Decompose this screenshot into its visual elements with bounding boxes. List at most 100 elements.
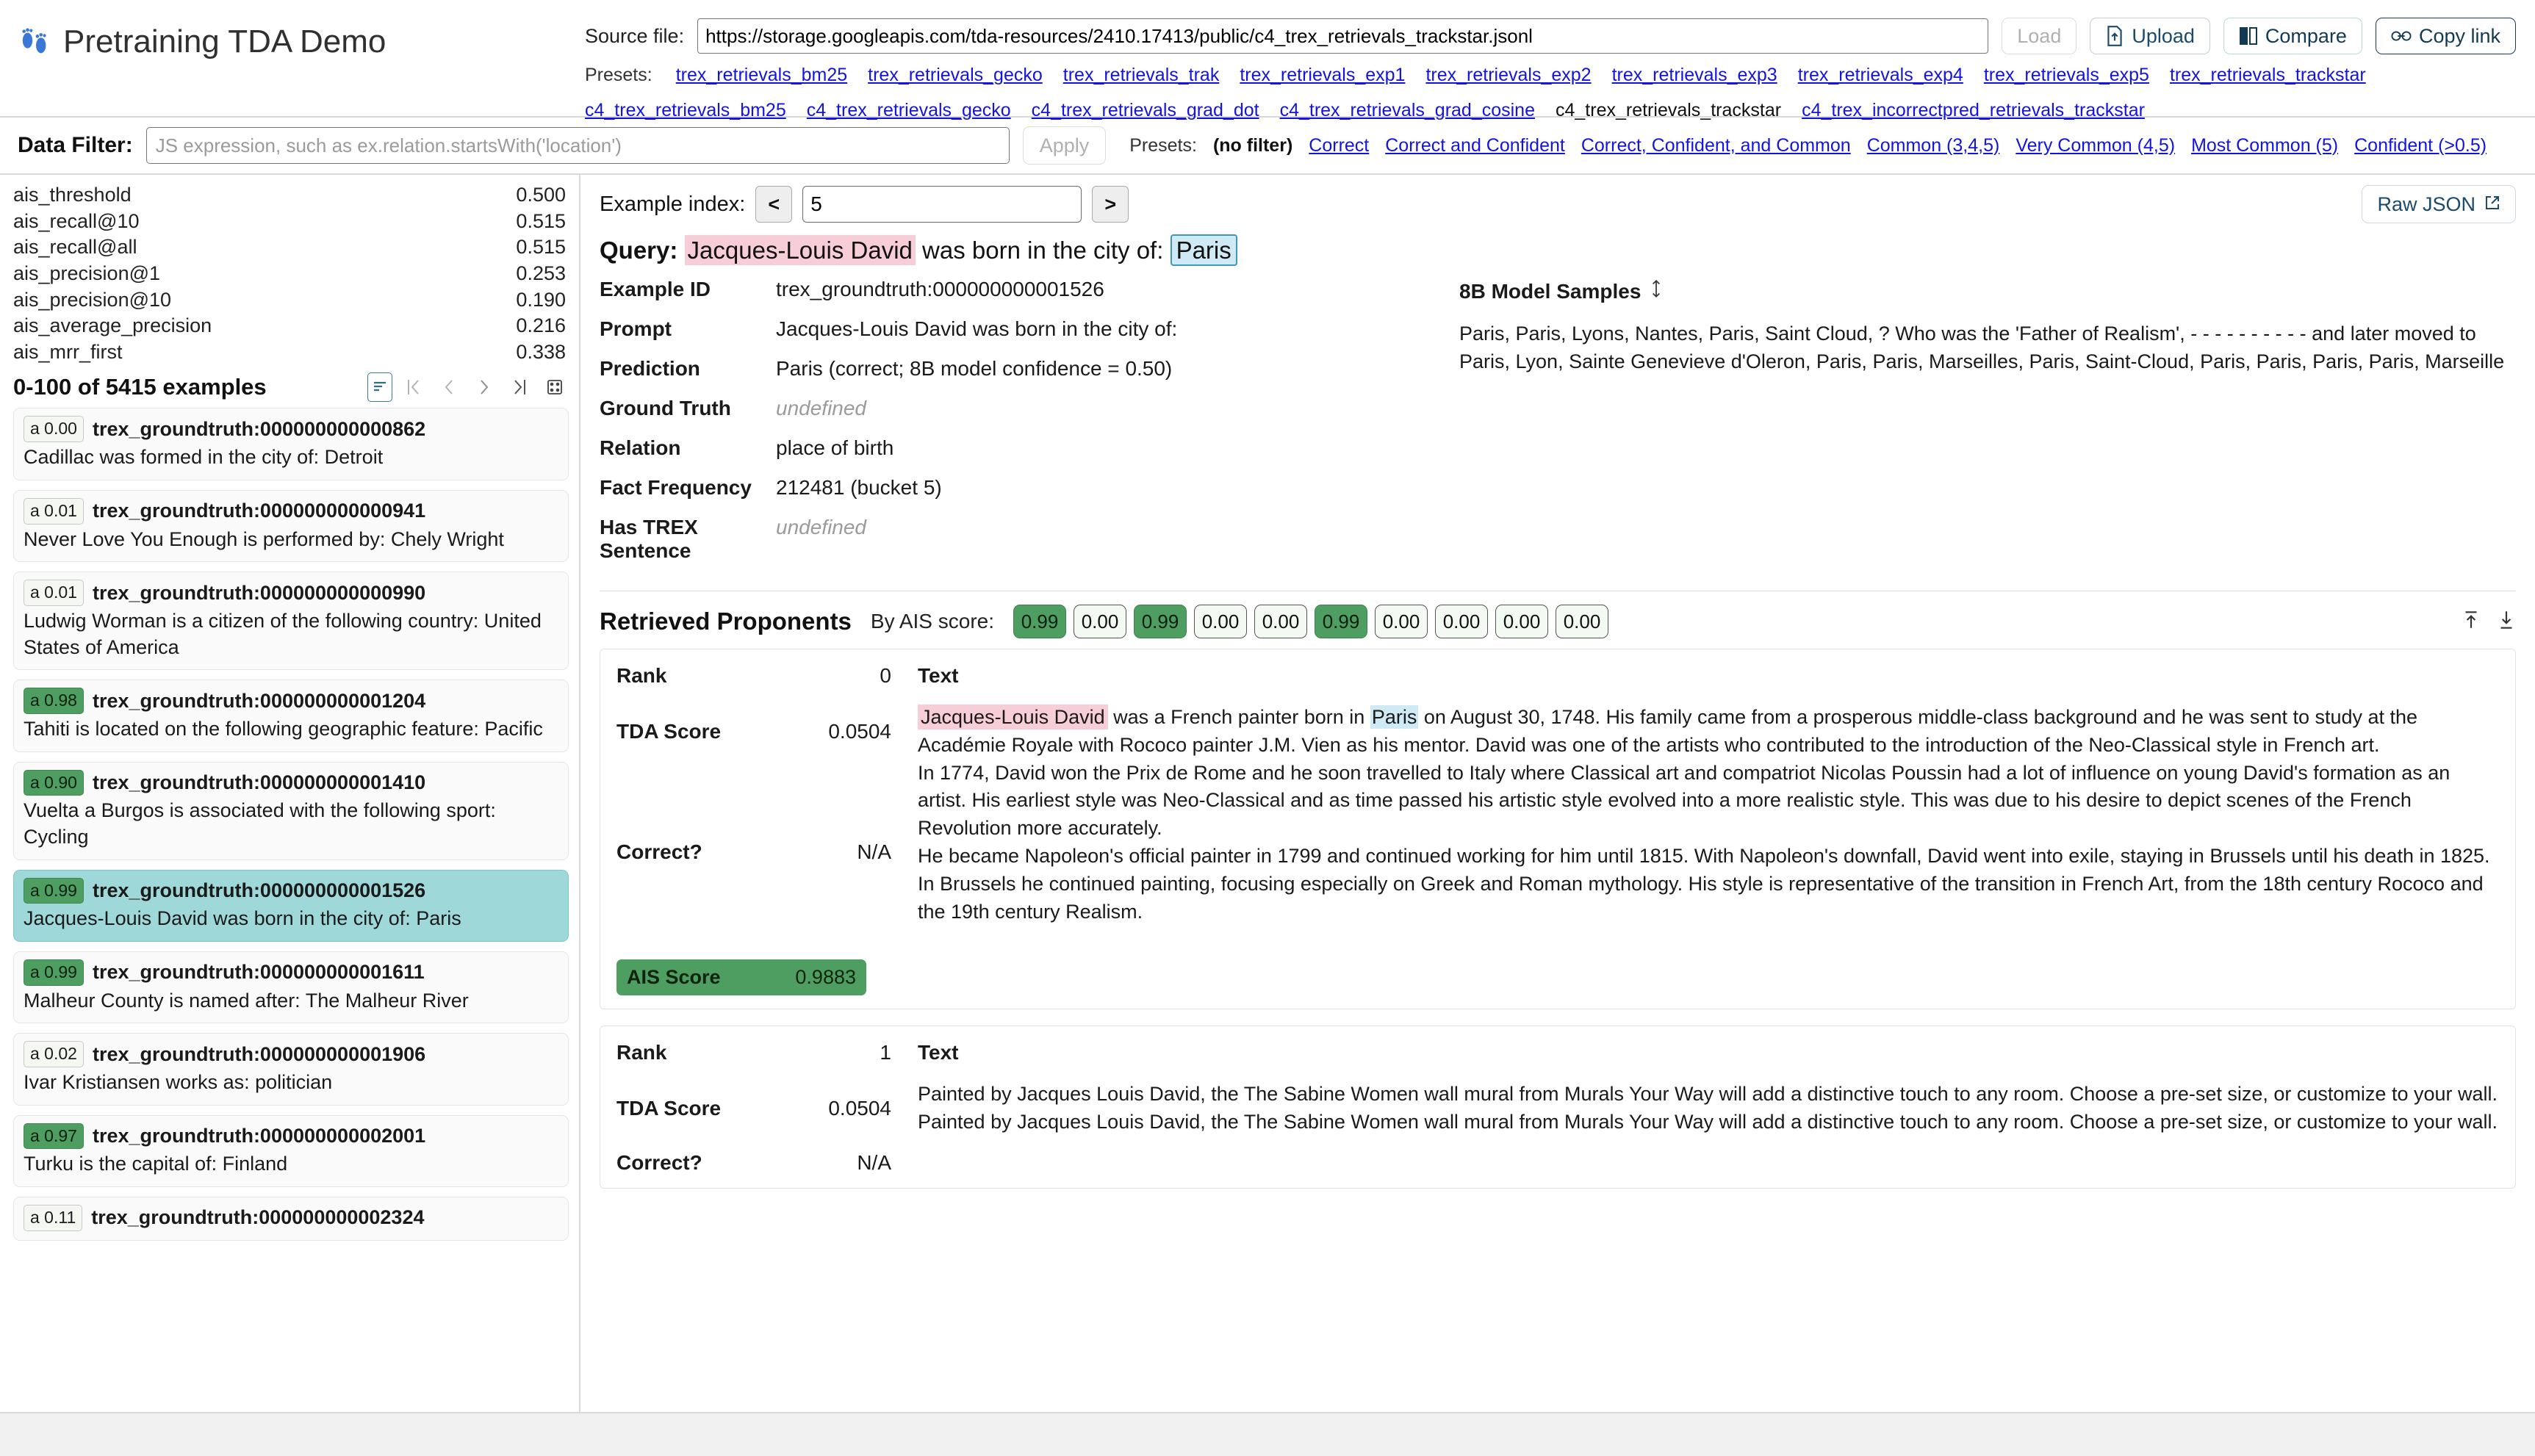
correct-label: Correct? <box>616 1151 702 1174</box>
example-index-input[interactable] <box>802 186 1082 223</box>
raw-json-button[interactable]: Raw JSON <box>2362 185 2516 223</box>
ais-badge: a 0.99 <box>24 959 84 986</box>
card-rank-row: Rank 0 <box>616 664 910 688</box>
ais-score-chip[interactable]: 0.00 <box>1194 605 1247 638</box>
load-button[interactable]: Load <box>2002 18 2077 54</box>
copy-link-button[interactable]: Copy link <box>2375 18 2516 54</box>
metric-row: ais_average_precision 0.216 <box>13 313 566 339</box>
source-file-input[interactable] <box>697 18 1989 54</box>
example-id: trex_groundtruth:000000000002001 <box>92 1125 426 1147</box>
filter-preset-link[interactable]: Most Common (5) <box>2191 135 2338 156</box>
example-list[interactable]: a 0.00 trex_groundtruth:000000000000862 … <box>0 408 579 1412</box>
ais-badge: a 0.01 <box>24 580 84 606</box>
metric-row: ais_threshold 0.500 <box>13 182 566 209</box>
list-item[interactable]: a 0.99 trex_groundtruth:000000000001611 … <box>13 951 569 1024</box>
metric-value: 0.190 <box>516 288 566 311</box>
ais-score-chip[interactable]: 0.99 <box>1134 605 1187 638</box>
example-id: trex_groundtruth:000000000001526 <box>92 879 426 901</box>
detail-key: Ground Truth <box>600 397 731 419</box>
proponent-text: Jacques-Louis David was a French painter… <box>918 704 2499 926</box>
list-view-icon[interactable] <box>367 372 392 403</box>
proponent-paragraph: Jacques-Louis David was a French painter… <box>918 704 2499 760</box>
example-id: trex_groundtruth:000000000000990 <box>92 581 426 604</box>
footprints-icon <box>19 25 53 59</box>
example-text: Ludwig Worman is a citizen of the follow… <box>24 609 542 658</box>
metric-name: ais_threshold <box>13 184 132 206</box>
filter-preset-link[interactable]: Confident (>0.5) <box>2354 135 2487 156</box>
list-item[interactable]: a 0.01 trex_groundtruth:000000000000990 … <box>13 572 569 671</box>
preset-link[interactable]: trex_retrievals_gecko <box>868 60 1043 90</box>
ais-score-chip[interactable]: 0.00 <box>1556 605 1608 638</box>
list-item[interactable]: a 0.00 trex_groundtruth:000000000000862 … <box>13 408 569 480</box>
tda-score-value: 0.0504 <box>828 720 891 743</box>
list-item[interactable]: a 0.97 trex_groundtruth:000000000002001 … <box>13 1114 569 1187</box>
detail-value: trex_groundtruth:000000000001526 <box>776 278 1104 300</box>
preset-link[interactable]: trex_retrievals_bm25 <box>676 60 847 90</box>
filter-preset-link[interactable]: Correct and Confident <box>1385 135 1565 156</box>
compare-button[interactable]: Compare <box>2223 18 2362 54</box>
example-text: Never Love You Enough is performed by: C… <box>24 527 504 550</box>
filter-preset-link[interactable]: Common (3,4,5) <box>1867 135 2000 156</box>
proponent-paragraph: Painted by Jacques Louis David, the The … <box>918 1083 2498 1105</box>
query-object: Paris <box>1170 234 1237 266</box>
list-item[interactable]: a 0.90 trex_groundtruth:000000000001410 … <box>13 761 569 860</box>
prev-example-button[interactable]: < <box>755 186 793 223</box>
tda-score-label: TDA Score <box>616 720 722 743</box>
list-item[interactable]: a 0.11 trex_groundtruth:000000000002324 <box>13 1197 569 1241</box>
ais-badge: a 0.98 <box>24 688 84 714</box>
ais-score-chip[interactable]: 0.00 <box>1375 605 1428 638</box>
list-item-selected[interactable]: a 0.99 trex_groundtruth:000000000001526 … <box>13 869 569 942</box>
ais-score-chip[interactable]: 0.99 <box>1315 605 1367 638</box>
first-page-icon[interactable] <box>400 373 428 401</box>
sort-updown-icon[interactable] <box>1650 279 1663 303</box>
tda-score-value: 0.0504 <box>828 1097 891 1120</box>
example-id: trex_groundtruth:000000000001410 <box>92 771 426 793</box>
text-column-label: Text <box>918 664 959 687</box>
ais-score-chip[interactable]: 0.99 <box>1013 605 1066 638</box>
app-title: Pretraining TDA Demo <box>63 24 386 60</box>
ais-score-chip[interactable]: 0.00 <box>1435 605 1488 638</box>
next-page-icon[interactable] <box>470 373 498 401</box>
preset-link[interactable]: trex_retrievals_trak <box>1063 60 1220 90</box>
correct-value: N/A <box>857 840 891 863</box>
load-button-label: Load <box>2017 24 2062 47</box>
highlight-subject: Jacques-Louis David <box>918 704 1108 729</box>
list-item[interactable]: a 0.98 trex_groundtruth:000000000001204 … <box>13 680 569 752</box>
model-samples-text: Paris, Paris, Lyons, Nantes, Paris, Sain… <box>1459 322 2505 373</box>
ais-score-chip[interactable]: 0.00 <box>1074 605 1126 638</box>
detail-row: Has TREX Sentence undefined <box>600 516 1430 563</box>
data-filter-bar: Data Filter: Apply Presets: (no filter) … <box>0 118 2535 175</box>
ais-badge: a 0.11 <box>24 1205 83 1231</box>
ais-score-chip[interactable]: 0.00 <box>1495 605 1548 638</box>
ais-score-chip[interactable]: 0.00 <box>1254 605 1307 638</box>
preset-link[interactable]: trex_retrievals_exp1 <box>1240 60 1405 90</box>
example-details-table: Example ID trex_groundtruth:000000000001… <box>600 278 1430 579</box>
next-example-button[interactable]: > <box>1092 186 1129 223</box>
metric-value: 0.338 <box>516 340 566 363</box>
preset-link[interactable]: trex_retrievals_trackstar <box>2170 60 2366 90</box>
detail-row: Relation place of birth <box>600 436 1430 460</box>
list-item[interactable]: a 0.02 trex_groundtruth:000000000001906 … <box>13 1033 569 1106</box>
preset-link[interactable]: trex_retrievals_exp5 <box>1984 60 2149 90</box>
upload-button[interactable]: Upload <box>2090 18 2210 54</box>
apply-filter-button[interactable]: Apply <box>1022 126 1107 165</box>
data-filter-input[interactable] <box>145 127 1010 164</box>
detail-key: Prompt <box>600 317 672 340</box>
prev-page-icon[interactable] <box>435 373 463 401</box>
detail-key: Has TREX Sentence <box>600 516 698 562</box>
last-page-icon[interactable] <box>506 373 533 401</box>
filter-preset-link[interactable]: Correct, Confident, and Common <box>1581 135 1851 156</box>
expand-down-icon[interactable] <box>2497 609 2516 635</box>
metric-value: 0.515 <box>516 236 566 259</box>
preset-link[interactable]: trex_retrievals_exp3 <box>1612 60 1777 90</box>
filter-preset-link[interactable]: Correct <box>1309 135 1369 156</box>
filter-preset-link[interactable]: Very Common (4,5) <box>2016 135 2175 156</box>
example-id: trex_groundtruth:000000000000862 <box>92 417 426 440</box>
preset-link[interactable]: trex_retrievals_exp2 <box>1425 60 1591 90</box>
collapse-up-icon[interactable] <box>2462 609 2481 635</box>
random-example-icon[interactable] <box>541 373 569 401</box>
list-item[interactable]: a 0.01 trex_groundtruth:000000000000941 … <box>13 489 569 563</box>
metric-value: 0.216 <box>516 314 566 337</box>
proponent-text: Painted by Jacques Louis David, the The … <box>918 1081 2499 1136</box>
preset-link[interactable]: trex_retrievals_exp4 <box>1798 60 1963 90</box>
